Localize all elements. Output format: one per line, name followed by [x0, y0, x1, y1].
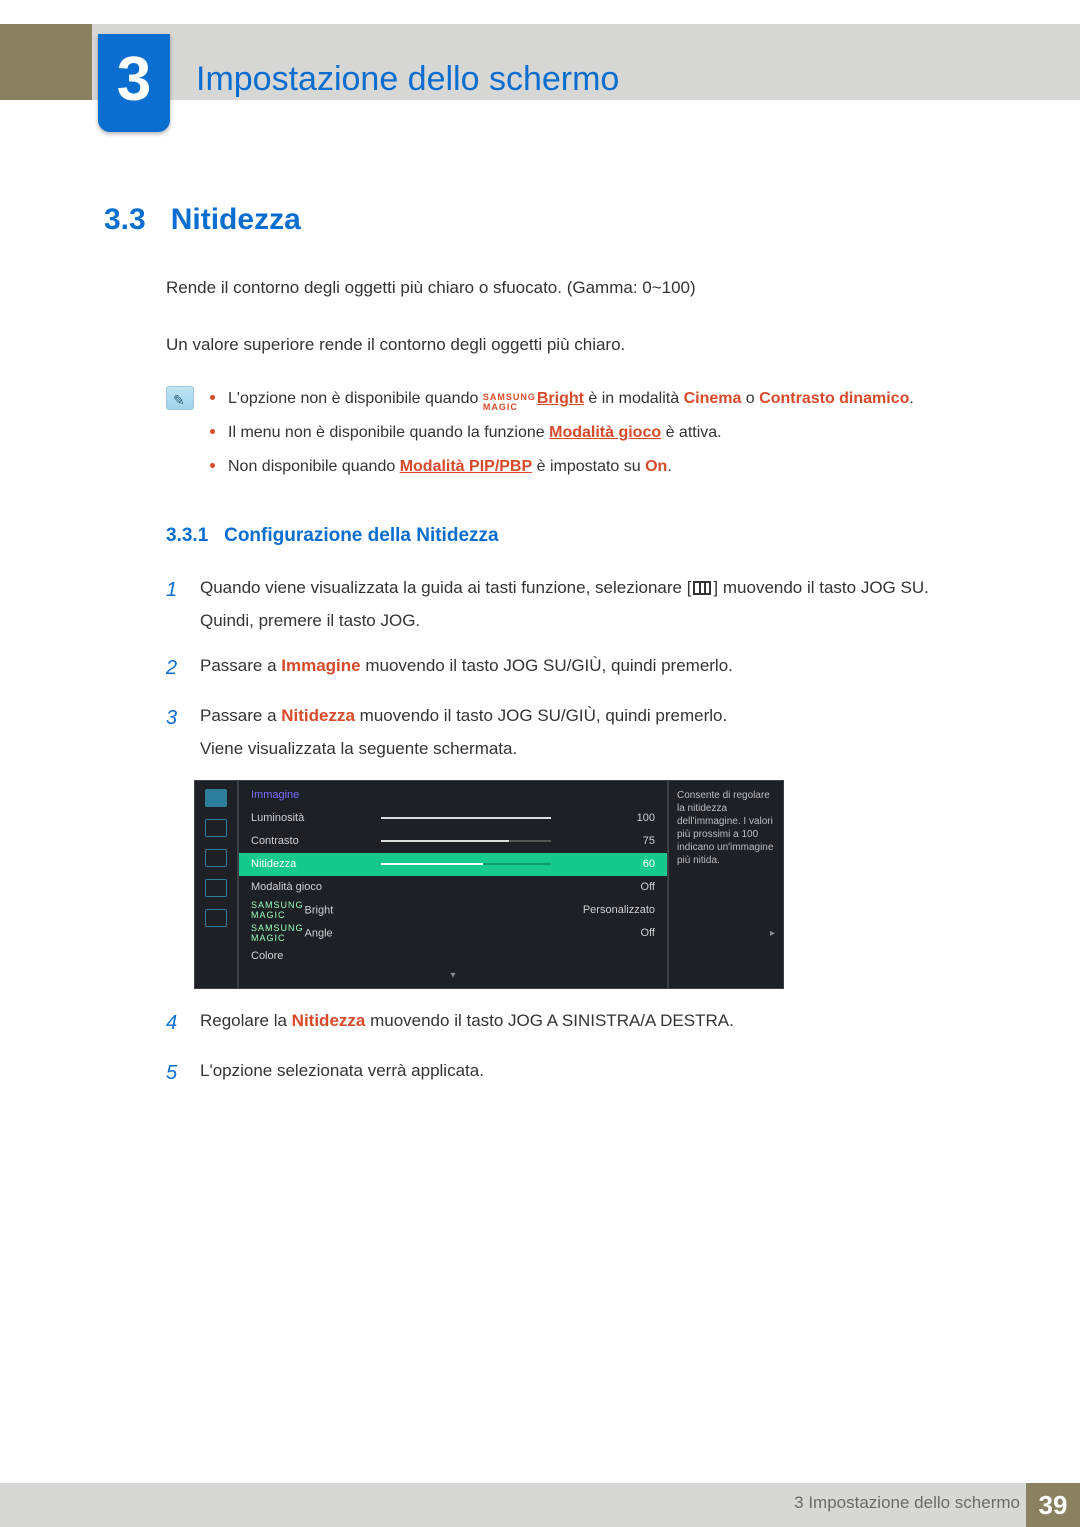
section-number: 3.3: [104, 196, 166, 244]
osd-tab-picture-icon: [205, 789, 227, 807]
osd-row: Modalità giocoOff: [239, 876, 667, 899]
chapter-title: Impostazione dello schermo: [196, 60, 619, 99]
step-2: 2 Passare a Immagine muovendo il tasto J…: [166, 652, 994, 684]
osd-row: Luminosità100: [239, 807, 667, 830]
subsection-title: Configurazione della Nitidezza: [224, 525, 498, 546]
info-bullet-3: Non disponibile quando Modalità PIP/PBP …: [210, 454, 914, 480]
step-5: 5 L'opzione selezionata verrà applicata.: [166, 1057, 994, 1089]
section-heading: 3.3 Nitidezza: [104, 196, 994, 244]
osd-row: SAMSUNGMAGICBrightPersonalizzato: [239, 899, 667, 922]
osd-row: SAMSUNGMAGICAngleOff: [239, 922, 667, 945]
header-bar: 3 Impostazione dello schermo: [0, 24, 1080, 100]
section-title: Nitidezza: [171, 203, 301, 236]
osd-arrow-right-icon: ▸: [677, 927, 775, 940]
subsection-heading: 3.3.1 Configurazione della Nitidezza: [166, 521, 994, 551]
osd-menu-heading: Immagine: [239, 781, 667, 807]
osd-row: Colore: [239, 945, 667, 968]
osd-scroll-down-icon: ▾: [239, 968, 667, 988]
osd-tab-gear-icon: [205, 879, 227, 897]
osd-tab-move-icon: [205, 819, 227, 837]
step-3: 3 Passare a Nitidezza muovendo il tasto …: [166, 702, 994, 762]
subsection-number: 3.3.1: [166, 525, 208, 546]
section-paragraph-1: Rende il contorno degli oggetti più chia…: [166, 274, 994, 301]
step-4: 4 Regolare la Nitidezza muovendo il tast…: [166, 1007, 994, 1039]
footer-bar: 3 Impostazione dello schermo 39: [0, 1483, 1080, 1527]
menu-icon: [693, 581, 711, 595]
osd-side-help: Consente di regolare la nitidezza dell'i…: [667, 781, 783, 988]
info-bullet-1: L'opzione non è disponibile quando SAMSU…: [210, 386, 914, 412]
osd-tab-list-icon: [205, 849, 227, 867]
footer-page-number: 39: [1026, 1483, 1080, 1527]
osd-tab-info-icon: [205, 909, 227, 927]
osd-row: Nitidezza60: [239, 853, 667, 876]
footer-chapter-label: 3 Impostazione dello schermo: [794, 1493, 1020, 1513]
osd-row: Contrasto75: [239, 830, 667, 853]
info-bullet-2: Il menu non è disponibile quando la funz…: [210, 420, 914, 446]
info-callout: L'opzione non è disponibile quando SAMSU…: [166, 386, 994, 487]
section-paragraph-2: Un valore superiore rende il contorno de…: [166, 331, 994, 358]
osd-screenshot: Immagine Luminosità100Contrasto75Nitidez…: [194, 780, 784, 989]
note-icon: [166, 386, 194, 410]
step-1: 1 Quando viene visualizzata la guida ai …: [166, 574, 994, 634]
chapter-number-badge: 3: [98, 34, 170, 132]
